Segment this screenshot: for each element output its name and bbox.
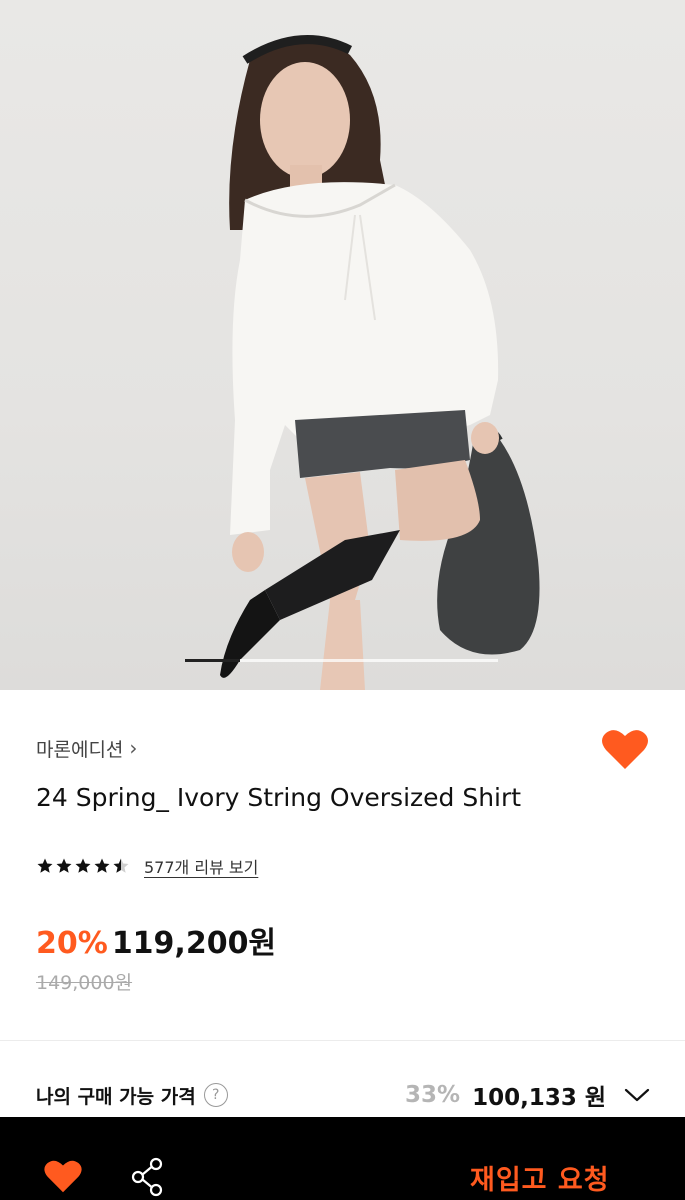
- brand-name: 마론에디션: [36, 738, 124, 761]
- carousel-indicator: [185, 659, 498, 662]
- star-icon: [94, 858, 110, 873]
- my-price-label: 나의 구매 가능 가격: [36, 1085, 196, 1108]
- discount-rate: 20%: [36, 926, 108, 961]
- question-circle-icon[interactable]: ?: [203, 1083, 228, 1107]
- my-price-amount: 100,133 원: [472, 1085, 606, 1111]
- restock-request-button[interactable]: 재입고 요청: [470, 1158, 610, 1197]
- reviews-link[interactable]: 577개 리뷰 보기: [144, 854, 258, 878]
- sale-price: 119,200원: [111, 926, 277, 961]
- star-icon: [56, 858, 72, 873]
- my-price-row[interactable]: 나의 구매 가능 가격 ? 33% 100,133 원: [36, 1078, 650, 1112]
- rating-stars: [36, 857, 130, 875]
- carousel-indicator-thumb: [185, 659, 240, 662]
- star-icon: [75, 858, 91, 873]
- rating-row: 577개 리뷰 보기: [36, 852, 258, 880]
- heart-icon[interactable]: [602, 728, 648, 770]
- my-price-value: 33% 100,133 원: [405, 1078, 650, 1112]
- price-row: 20% 119,200원: [36, 918, 276, 961]
- divider: [0, 1040, 685, 1041]
- bottom-action-bar: 재입고 요청: [0, 1117, 685, 1200]
- product-photo-illustration: [220, 35, 540, 690]
- brand-link[interactable]: 마론에디션 ›: [36, 733, 137, 763]
- share-icon[interactable]: [130, 1157, 166, 1197]
- my-discount-rate: 33%: [405, 1082, 461, 1108]
- chevron-down-icon[interactable]: [624, 1087, 650, 1103]
- star-icon: [37, 858, 53, 873]
- star-half-icon: [113, 858, 129, 873]
- chevron-right-icon: ›: [129, 736, 138, 760]
- original-price: 149,000원: [36, 972, 133, 994]
- product-image[interactable]: [0, 0, 685, 690]
- product-title: 24 Spring_ Ivory String Oversized Shirt: [36, 783, 522, 812]
- heart-icon[interactable]: [44, 1159, 82, 1193]
